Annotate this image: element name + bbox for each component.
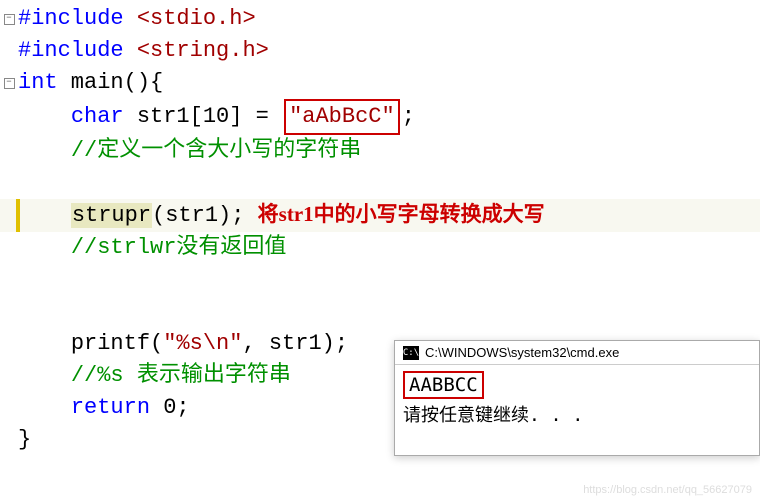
keyword: int: [18, 70, 58, 95]
watermark: https://blog.csdn.net/qq_56627079: [583, 484, 752, 496]
keyword: return: [71, 395, 150, 420]
empty-line: [0, 296, 760, 328]
code-line: //定义一个含大小写的字符串: [0, 135, 760, 167]
empty-line: [0, 264, 760, 296]
code-line: − #include <stdio.h>: [0, 3, 760, 35]
cmd-title: C:\WINDOWS\system32\cmd.exe: [425, 345, 619, 360]
directive: #include: [18, 6, 124, 31]
cmd-window: C:\ C:\WINDOWS\system32\cmd.exe AABBCC 请…: [394, 340, 760, 456]
directive: #include: [18, 38, 124, 63]
annotation: 将str1中的小写字母转换成大写: [258, 202, 545, 226]
type: char: [71, 104, 124, 129]
comment: //定义一个含大小写的字符串: [71, 138, 361, 163]
fold-icon[interactable]: −: [4, 78, 15, 89]
declaration: str1[10] =: [124, 104, 282, 129]
cmd-prompt: 请按任意键继续. . .: [403, 401, 751, 427]
cmd-icon: C:\: [403, 346, 419, 360]
empty-line: [0, 167, 760, 199]
code-line-active: strupr(str1); 将str1中的小写字母转换成大写: [0, 199, 760, 232]
code-line: char str1[10] = "aAbBcC";: [0, 99, 760, 135]
change-marker: [16, 199, 20, 232]
format-string: "%s\n": [163, 331, 242, 356]
highlighted-string: "aAbBcC": [284, 99, 400, 135]
close-brace: }: [18, 427, 31, 452]
function-call: printf: [71, 331, 150, 356]
comment: //strlwr没有返回值: [71, 235, 287, 260]
cmd-output-highlighted: AABBCC: [403, 371, 484, 399]
code-line: //strlwr没有返回值: [0, 232, 760, 264]
fold-icon[interactable]: −: [4, 14, 15, 25]
identifier: main: [58, 70, 124, 95]
include-path: <string.h>: [124, 38, 269, 63]
comment: //%s 表示输出字符串: [71, 363, 291, 388]
code-line: #include <string.h>: [0, 35, 760, 67]
function-call: strupr: [71, 203, 152, 228]
code-line: − int main(){: [0, 67, 760, 99]
cmd-body: AABBCC 请按任意键继续. . .: [395, 365, 759, 455]
include-path: <stdio.h>: [124, 6, 256, 31]
cmd-titlebar[interactable]: C:\ C:\WINDOWS\system32\cmd.exe: [395, 341, 759, 365]
